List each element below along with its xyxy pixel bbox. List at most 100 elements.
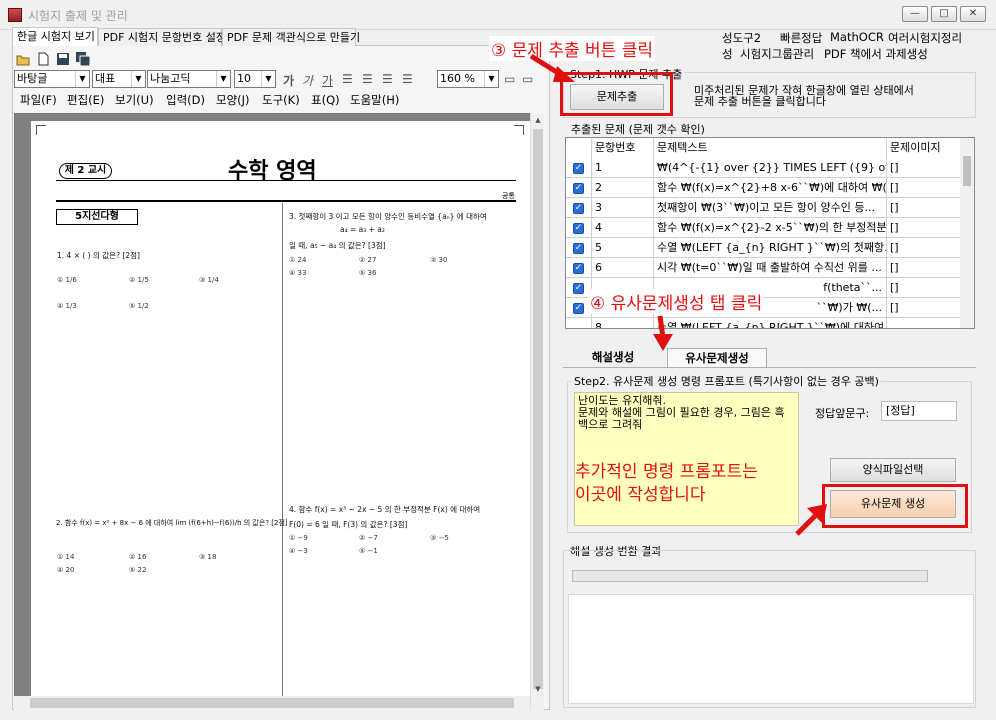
menu-help[interactable]: 도움말(H)	[350, 92, 399, 108]
open-folder-icon[interactable]	[16, 52, 30, 66]
divider	[56, 180, 516, 181]
close-button[interactable]: ✕	[960, 6, 986, 22]
divider	[563, 367, 976, 368]
style2-select[interactable]: 대표 ▼	[92, 70, 146, 88]
chevron-down-icon: ▼	[75, 71, 89, 87]
question-type-title: 5지선다형	[56, 209, 138, 225]
select-template-button[interactable]: 양식파일선택	[830, 458, 956, 482]
menu-view[interactable]: 보기(U)	[115, 92, 154, 108]
align-right-icon[interactable]: ☰	[402, 72, 413, 86]
style-select[interactable]: 바탕글 ▼	[14, 70, 90, 88]
q1-option: ④ 1/3	[57, 302, 77, 310]
new-document-icon[interactable]	[36, 52, 50, 66]
row-checkbox[interactable]: ✓	[566, 218, 592, 238]
chevron-down-icon: ▼	[484, 71, 498, 87]
answer-prefix-input[interactable]: [정답]	[881, 401, 957, 421]
q2-option: ④ 20	[57, 566, 75, 574]
minimize-button[interactable]: —	[902, 6, 928, 22]
title-bar	[0, 0, 996, 30]
row-checkbox[interactable]	[566, 318, 592, 328]
save-icon[interactable]	[56, 52, 70, 66]
question-4: 4. 함수 f(x) = x³ − 2x − 5 의 한 부정적분 F(x) 에…	[289, 505, 481, 514]
maximize-button[interactable]: □	[931, 6, 957, 22]
tab-pdf-assignment[interactable]: PDF 책에서 과제생성	[824, 46, 928, 62]
scroll-down-icon[interactable]: ▼	[531, 682, 545, 696]
checkmark-icon: ✓	[573, 163, 584, 174]
document-vertical-scrollbar[interactable]: ▲ ▼	[530, 113, 544, 710]
table-row[interactable]: 8 수열 ₩(LEFT {a_{n} RIGHT }``₩)에 대하여	[566, 318, 961, 328]
document-horizontal-scrollbar[interactable]	[14, 696, 530, 710]
result-textarea[interactable]	[568, 594, 974, 704]
table-scrollbar[interactable]	[960, 138, 974, 328]
font-size-select[interactable]: 10 ▼	[234, 70, 276, 88]
question-3: 3. 첫째항이 3 이고 모든 항이 양수인 등비수열 {aₙ} 에 대하여	[289, 212, 487, 221]
row-checkbox[interactable]: ✓	[566, 258, 592, 278]
tab-hwp-view[interactable]: 한글 시험지 보기	[12, 27, 98, 46]
row-image: []	[887, 198, 961, 218]
row-checkbox[interactable]: ✓	[566, 238, 592, 258]
table-row[interactable]: ✓ 2 함수 ₩(f(x)=x^{2}+8 x-6``₩)에 대하여 ₩(li.…	[566, 178, 961, 198]
zoom-value: 160 %	[440, 72, 475, 85]
tab-pdf-objective[interactable]: PDF 문제 객관식으로 만들기	[222, 28, 360, 46]
save-all-icon[interactable]	[76, 52, 91, 67]
underline-button[interactable]: 가	[322, 72, 333, 89]
zoom-in-icon[interactable]: ▭	[504, 72, 515, 86]
prompt-line: 백으로 그려줘	[578, 418, 643, 431]
tab-similar-problems[interactable]: 유사문제생성	[667, 348, 767, 368]
menu-file[interactable]: 파일(F)	[20, 92, 57, 108]
row-number: 1	[592, 158, 654, 178]
checkmark-icon: ✓	[573, 183, 584, 194]
italic-button[interactable]: 가	[302, 72, 313, 89]
table-row[interactable]: ✓ 3 첫째항이 ₩(3``₩)이고 모든 항이 양수인 등... []	[566, 198, 961, 218]
align-left-icon[interactable]: ☰	[362, 72, 373, 86]
row-text: ₩(4^{-{1} over {2}} TIMES LEFT ({9} ove.…	[654, 158, 887, 178]
scroll-up-icon[interactable]: ▲	[531, 113, 545, 127]
chevron-down-icon: ▼	[261, 71, 275, 87]
table-header-number: 문항번호	[592, 138, 654, 158]
q3-option: ④ 33	[289, 269, 307, 277]
table-row[interactable]: ✓ 4 함수 ₩(f(x)=x^{2}-2 x-5``₩)의 한 부정적분...…	[566, 218, 961, 238]
zoom-select[interactable]: 160 % ▼	[437, 70, 499, 88]
extracted-label: 추출된 문제 (문제 갯수 확인)	[569, 121, 707, 137]
tab-explanation[interactable]: 해설생성	[563, 348, 663, 368]
tab-exam-group[interactable]: 시험지그룹관리	[740, 46, 814, 62]
table-row[interactable]: ✓ 1 ₩(4^{-{1} over {2}} TIMES LEFT ({9} …	[566, 158, 961, 178]
row-number: 6	[592, 258, 654, 278]
menu-shape[interactable]: 모양(J)	[216, 92, 250, 108]
tab-multi-exam[interactable]: 여러시험지정리	[888, 30, 962, 46]
row-checkbox[interactable]: ✓	[566, 158, 592, 178]
annotation-box-generate	[822, 484, 968, 528]
checkmark-icon: ✓	[573, 243, 584, 254]
q1-option: ② 1/5	[129, 276, 149, 284]
q3-option: ② 27	[359, 256, 377, 264]
table-row[interactable]: ✓ 5 수열 ₩(LEFT {a_{n} RIGHT }``₩)의 첫째항...…	[566, 238, 961, 258]
menu-tools[interactable]: 도구(K)	[262, 92, 300, 108]
tab-tool2[interactable]: 성도구2	[722, 30, 761, 46]
align-justify-icon[interactable]: ☰	[342, 72, 353, 86]
font-select[interactable]: 나눔고딕 ▼	[147, 70, 231, 88]
answer-prefix-label: 정답앞문구:	[815, 407, 870, 420]
table-row[interactable]: ✓ 6 시각 ₩(t=0``₩)일 때 출발하여 수직선 위를 ... []	[566, 258, 961, 278]
menu-table[interactable]: 표(Q)	[311, 92, 340, 108]
tab-quick-answer[interactable]: 빠른정답	[780, 30, 822, 46]
bold-button[interactable]: 가	[283, 72, 294, 89]
checkmark-icon: ✓	[573, 283, 584, 294]
tab-pdf-numbering[interactable]: PDF 시험지 문항번호 설정	[98, 28, 226, 46]
tab-generate[interactable]: 성	[722, 46, 733, 62]
row-checkbox[interactable]: ✓	[566, 178, 592, 198]
scroll-thumb[interactable]	[533, 129, 543, 689]
menu-edit[interactable]: 편집(E)	[67, 92, 104, 108]
tab-mathocr[interactable]: MathOCR	[830, 30, 884, 46]
row-text: 첫째항이 ₩(3``₩)이고 모든 항이 양수인 등...	[654, 198, 887, 218]
scroll-thumb[interactable]	[963, 156, 971, 186]
checkmark-icon: ✓	[573, 263, 584, 274]
menu-insert[interactable]: 입력(D)	[166, 92, 205, 108]
row-number: 3	[592, 198, 654, 218]
table-header-text: 문제텍스트	[654, 138, 887, 158]
scroll-thumb[interactable]	[30, 698, 514, 708]
q1-option: ⑤ 1/2	[129, 302, 149, 310]
row-text: 함수 ₩(f(x)=x^{2}-2 x-5``₩)의 한 부정적분...	[654, 218, 887, 238]
row-number: 4	[592, 218, 654, 238]
align-center-icon[interactable]: ☰	[382, 72, 393, 86]
row-checkbox[interactable]: ✓	[566, 198, 592, 218]
